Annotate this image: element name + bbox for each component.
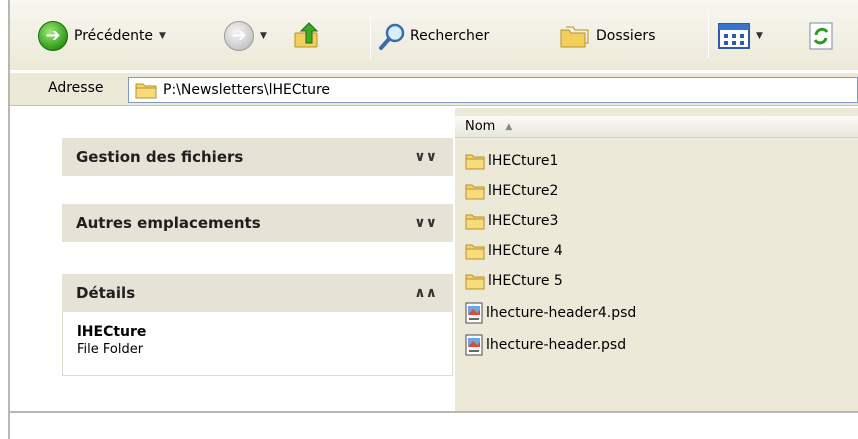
list-item[interactable]: lhecture-header.psd [465,332,626,358]
sync-icon [809,22,833,50]
file-name: lHECture3 [488,213,559,229]
panel-header-file-tasks[interactable]: Gestion des fichiers ∨∨ [62,138,453,176]
address-bar: Adresse P:\Newsletters\lHECture [10,72,858,106]
file-name: lHECture 4 [488,243,563,259]
folders-button-label: Dossiers [596,28,656,44]
list-item[interactable]: lHECture 4 [465,238,563,264]
back-button-label: Précédente [74,28,154,44]
panel-title: Gestion des fichiers [76,148,244,166]
details-body: lHECture File Folder [62,312,453,376]
search-button-label: Rechercher [410,28,490,44]
chevron-up-icon[interactable]: ∧∧ [414,286,437,300]
chevron-down-icon[interactable]: ∨∨ [414,150,437,164]
folders-icon [560,26,589,48]
panel-title: Détails [76,284,136,302]
folder-icon [465,244,485,260]
panel-header-details[interactable]: Détails ∧∧ [62,274,453,312]
chevron-down-icon[interactable]: ∨∨ [414,216,437,230]
file-list: Nom ▲ lHECture1 lHECture2 lHECture3 lHEC… [455,108,858,411]
file-name: lHECture2 [488,183,559,199]
address-field[interactable]: P:\Newsletters\lHECture [128,77,858,103]
back-dropdown-icon[interactable]: ▼ [159,31,166,41]
desktop-background [10,413,858,439]
toolbar-separator [708,14,709,58]
address-label: Adresse [48,80,104,96]
column-header-name[interactable]: Nom ▲ [455,116,858,138]
search-icon [379,23,405,50]
explorer-window: ➔ Précédente ▼ ➔ ▼ Rechercher Dossiers ▼… [0,0,858,439]
file-name: lHECture 5 [488,273,563,289]
folder-icon [465,154,485,170]
up-folder-icon [294,22,319,48]
panel-file-tasks: Gestion des fichiers ∨∨ [62,138,453,176]
address-path: P:\Newsletters\lHECture [163,82,331,98]
views-dropdown-icon[interactable]: ▼ [756,31,763,41]
file-name: lHECture1 [488,153,559,169]
folder-icon [465,184,485,200]
views-button[interactable]: ▼ [718,16,763,56]
details-item-name: lHECture [77,324,147,340]
folders-button[interactable]: Dossiers [558,16,656,56]
psd-file-icon [465,302,483,324]
forward-dropdown-icon[interactable]: ▼ [260,31,267,41]
panel-title: Autres emplacements [76,214,261,232]
back-button[interactable]: ➔ Précédente ▼ [38,16,166,56]
sort-ascending-icon: ▲ [505,121,513,132]
sync-button[interactable] [806,16,836,56]
folder-icon [135,83,157,99]
list-item[interactable]: lHECture 5 [465,268,563,294]
list-item[interactable]: lHECture2 [465,178,558,204]
toolbar: ➔ Précédente ▼ ➔ ▼ Rechercher Dossiers ▼ [10,0,858,70]
back-arrow-icon: ➔ [38,21,68,51]
up-folder-button[interactable] [292,16,322,56]
list-item[interactable]: lhecture-header4.psd [465,300,636,326]
toolbar-separator [370,14,371,58]
search-button[interactable]: Rechercher [378,16,489,56]
panel-details: Détails ∧∧ lHECture File Folder [62,274,453,376]
forward-arrow-icon: ➔ [224,21,254,51]
folder-icon [465,214,485,230]
psd-file-icon [465,334,483,356]
list-item[interactable]: lHECture3 [465,208,558,234]
file-name: lhecture-header4.psd [486,305,637,321]
details-item-type: File Folder [77,342,144,357]
column-header-label: Nom [465,119,496,134]
views-icon [718,23,750,49]
forward-button[interactable]: ➔ ▼ [224,16,267,56]
list-item[interactable]: lHECture1 [465,148,558,174]
panel-other-places: Autres emplacements ∨∨ [62,204,453,242]
window-border [8,0,10,439]
folder-icon [465,274,485,290]
task-pane: Gestion des fichiers ∨∨ Autres emplaceme… [10,108,455,411]
file-name: lhecture-header.psd [486,337,627,353]
panel-header-other-places[interactable]: Autres emplacements ∨∨ [62,204,453,242]
